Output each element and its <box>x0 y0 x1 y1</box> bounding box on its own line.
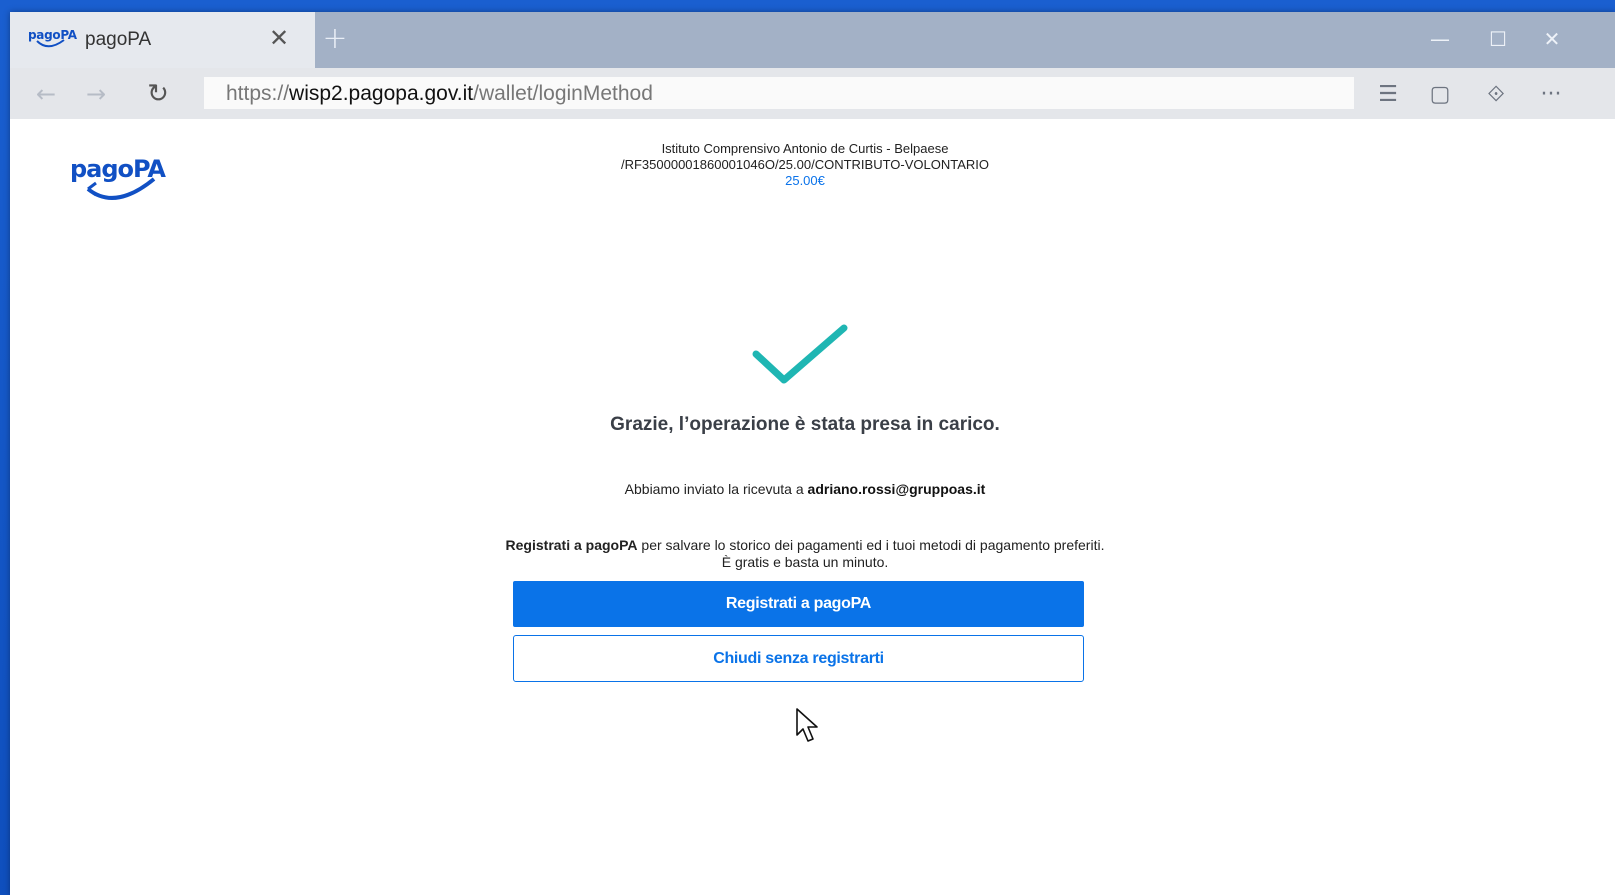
new-tab-icon[interactable]: + <box>320 24 350 54</box>
success-message: Grazie, l’operazione è stata presa in ca… <box>610 414 1000 435</box>
address-bar[interactable]: https://wisp2.pagopa.gov.it/wallet/login… <box>203 76 1355 110</box>
window-close-icon[interactable]: ✕ <box>1537 26 1567 52</box>
tab-pagopa[interactable]: pagoPA pagoPA ✕ <box>10 12 315 68</box>
register-description: Registrati a pagoPA per salvare lo stori… <box>10 537 1600 571</box>
payment-reference: /RF35000001860001046O/25.00/CONTRIBUTO-V… <box>620 157 990 172</box>
minimize-icon[interactable]: — <box>1425 26 1455 52</box>
url-scheme: https:// <box>226 82 290 105</box>
receipt-info: Abbiamo inviato la ricevuta a adriano.ro… <box>10 481 1600 497</box>
register-line2: È gratis e basta un minuto. <box>721 554 889 570</box>
tab-close-icon[interactable]: ✕ <box>266 25 292 51</box>
url-path: /wallet/loginMethod <box>473 82 653 105</box>
receipt-prefix: Abbiamo inviato la ricevuta a <box>624 481 808 497</box>
web-notes-icon[interactable]: ▢ <box>1423 80 1457 110</box>
maximize-icon[interactable]: ☐ <box>1483 26 1513 52</box>
favicon-swoosh <box>36 39 65 48</box>
register-button[interactable]: Registrati a pagoPA <box>513 581 1084 627</box>
navigation-bar: ← → ↻ https://wisp2.pagopa.gov.it/wallet… <box>10 68 1615 119</box>
register-bold: Registrati a pagoPA <box>505 537 638 553</box>
receipt-email: adriano.rossi@gruppoas.it <box>807 481 986 497</box>
checkmark-icon <box>752 324 848 384</box>
register-rest: per salvare lo storico dei pagamenti ed … <box>637 537 1105 553</box>
browser-window: pagoPA pagoPA ✕ + — ☐ ✕ ← → ↻ https://wi… <box>10 12 1615 895</box>
forward-icon[interactable]: → <box>80 78 112 110</box>
url-host: wisp2.pagopa.gov.it <box>289 82 474 105</box>
close-without-register-button[interactable]: Chiudi senza registrarti <box>513 635 1084 682</box>
tab-title: pagoPA <box>85 29 152 50</box>
payment-summary: Istituto Comprensivo Antonio de Curtis -… <box>10 141 1600 189</box>
share-icon[interactable]: ⟐ <box>1479 80 1513 110</box>
back-icon[interactable]: ← <box>30 78 62 110</box>
tab-bar: pagoPA pagoPA ✕ + — ☐ ✕ <box>10 12 1615 68</box>
hub-icon[interactable]: ☰ <box>1371 80 1405 110</box>
more-icon[interactable]: ··· <box>1534 80 1568 110</box>
page-content: pagoPA Istituto Comprensivo Antonio de C… <box>10 119 1615 895</box>
payment-amount: 25.00€ <box>785 173 825 188</box>
institution-name: Istituto Comprensivo Antonio de Curtis -… <box>661 141 949 156</box>
refresh-icon[interactable]: ↻ <box>142 78 174 110</box>
pagopa-favicon-icon: pagoPA <box>28 28 77 48</box>
mouse-cursor-icon <box>796 708 818 742</box>
